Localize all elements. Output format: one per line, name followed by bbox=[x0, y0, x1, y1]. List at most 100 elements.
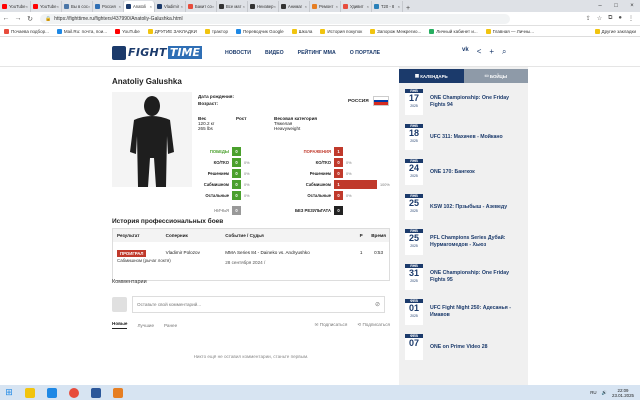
nav-news[interactable]: НОВОСТИ bbox=[225, 50, 251, 56]
browser-tab[interactable]: Анимаг × bbox=[279, 1, 310, 12]
calendar-event[interactable]: ЯНВ 24 2025 ONE 170: Бангкок bbox=[399, 156, 528, 188]
close-icon[interactable]: × bbox=[57, 4, 59, 9]
tab-new[interactable]: Новые bbox=[112, 321, 128, 329]
media-player-icon[interactable] bbox=[42, 386, 62, 399]
bookmark-item[interactable]: Mail.Ru: почта, пои... bbox=[53, 28, 111, 34]
maximize-icon[interactable]: □ bbox=[608, 3, 624, 9]
stat-value: 0 bbox=[334, 191, 343, 200]
share-icon[interactable]: ⇪ bbox=[586, 15, 591, 22]
close-icon[interactable]: × bbox=[181, 4, 183, 9]
site-logo[interactable]: FIGHT TIME bbox=[112, 45, 202, 60]
browser-tab[interactable]: Неизвер × bbox=[248, 1, 279, 12]
close-icon[interactable]: × bbox=[26, 4, 28, 9]
menu-icon[interactable]: ⋮ bbox=[628, 15, 634, 22]
browser-tab[interactable]: T20 - 8 × bbox=[372, 1, 403, 12]
close-icon[interactable]: × bbox=[150, 4, 152, 9]
bookmark-item[interactable]: ДРУГИЕ ЗАКЛАДКИ bbox=[144, 28, 201, 34]
bookmark-item[interactable]: Запорож Межрегио... bbox=[366, 28, 425, 34]
explorer-icon[interactable] bbox=[20, 386, 40, 399]
browser-tab[interactable]: Россия × bbox=[93, 1, 124, 12]
new-tab-button[interactable]: + bbox=[403, 5, 413, 12]
nav-video[interactable]: ВИДЕО bbox=[265, 50, 284, 56]
event-title[interactable]: ONE Championship: One Friday Fights 95 bbox=[430, 270, 524, 284]
browser-tab[interactable]: Удивит × bbox=[341, 1, 372, 12]
nav-about[interactable]: О ПОРТАЛЕ bbox=[350, 50, 380, 56]
address-bar[interactable]: 🔒 https://fighttime.ru/fighters/437990/A… bbox=[40, 13, 510, 24]
browser-tab[interactable]: Вы в сос × bbox=[62, 1, 93, 12]
event-title[interactable]: UFC 311: Махачев - Мойкано bbox=[430, 134, 524, 141]
calendar-event[interactable]: ФЕВ 07 ONE on Prime Video 28 bbox=[399, 331, 528, 363]
opponent-link[interactable]: Vladimir Polozov bbox=[163, 250, 223, 255]
word-icon[interactable] bbox=[86, 386, 106, 399]
windows-start-icon[interactable]: ⊞ bbox=[0, 385, 18, 400]
comment-input[interactable]: Оставьте свой комментарий... ⊘ bbox=[132, 295, 385, 313]
clock[interactable]: 22:09 23.01.2025 bbox=[612, 388, 634, 398]
bookmark-item[interactable]: Школа bbox=[288, 28, 317, 34]
bookmark-item[interactable]: Переводчик Google bbox=[232, 28, 288, 34]
event-title[interactable]: PFL Champions Series Дубай: Нурмагомедов… bbox=[430, 235, 524, 249]
browser-tab[interactable]: Все мат × bbox=[217, 1, 248, 12]
calendar-event[interactable]: ЯНВ 25 2025 KSW 102: Прзыбыш - Азеведу bbox=[399, 191, 528, 223]
bookmark-item[interactable]: трактор bbox=[201, 28, 232, 34]
chrome-icon[interactable] bbox=[64, 386, 84, 399]
close-icon[interactable]: × bbox=[274, 4, 276, 9]
tab-best[interactable]: Лучшие bbox=[137, 323, 154, 328]
browser-tab[interactable]: Vladimir × bbox=[155, 1, 186, 12]
extensions-icon[interactable]: ⧉ bbox=[608, 15, 612, 22]
tray-lang[interactable]: RU bbox=[590, 390, 596, 395]
close-icon[interactable]: × bbox=[88, 4, 90, 9]
tab-earlier[interactable]: Ранее bbox=[164, 323, 177, 328]
calendar-event[interactable]: ЯНВ 25 2025 PFL Champions Series Дубай: Нур… bbox=[399, 226, 528, 258]
minimize-icon[interactable]: – bbox=[592, 3, 608, 9]
close-window-icon[interactable]: × bbox=[624, 3, 640, 9]
browser-tab[interactable]: Ремонт × bbox=[310, 1, 341, 12]
close-icon[interactable]: × bbox=[367, 4, 369, 9]
add-icon[interactable]: + bbox=[489, 47, 494, 57]
share-icon[interactable]: < bbox=[477, 47, 482, 57]
bookmark-item[interactable]: Главная — Личны... bbox=[482, 28, 538, 34]
reload-icon[interactable]: ↻ bbox=[24, 15, 36, 23]
event-title[interactable]: UFC Fight Night 250: Адесанья - Имавов bbox=[430, 305, 524, 319]
attach-icon[interactable]: ⊘ bbox=[375, 301, 380, 308]
bookmark-item[interactable]: Почаева подбор... bbox=[0, 28, 53, 34]
close-icon[interactable]: × bbox=[398, 4, 400, 9]
calendar-event[interactable]: ЯНВ 31 2025 ONE Championship: One Friday Fi… bbox=[399, 261, 528, 293]
paint-icon[interactable] bbox=[108, 386, 128, 399]
close-icon[interactable]: × bbox=[305, 4, 307, 9]
tab-calendar[interactable]: ▦ КАЛЕНДАРЬ bbox=[399, 69, 464, 83]
browser-tab[interactable]: Бакит со × bbox=[186, 1, 217, 12]
event-title[interactable]: ONE Championship: One Friday Fights 94 bbox=[430, 95, 524, 109]
search-icon[interactable]: ⌕ bbox=[502, 47, 506, 57]
star-icon[interactable]: ☆ bbox=[597, 15, 602, 22]
forward-icon[interactable]: → bbox=[12, 15, 24, 22]
close-icon[interactable]: × bbox=[243, 4, 245, 9]
calendar-event[interactable]: ФЕВ 01 2025 UFC Fight Night 250: Адесанья -… bbox=[399, 296, 528, 328]
nav-mma-rating[interactable]: РЕЙТИНГ ММА bbox=[298, 50, 336, 56]
profile-icon[interactable]: ● bbox=[618, 15, 622, 22]
calendar-event[interactable]: ЯНВ 18 2025 UFC 311: Махачев - Мойкано bbox=[399, 121, 528, 153]
other-bookmarks[interactable]: Другие закладки bbox=[591, 28, 640, 34]
close-icon[interactable]: × bbox=[336, 4, 338, 9]
tab-fighters[interactable]: ▭ БОЙЦЫ bbox=[463, 69, 528, 83]
event-link[interactable]: MMA Series 84 - Daineko vs. Andryushko bbox=[225, 250, 354, 255]
bookmark-label: Личный кабинет и... bbox=[436, 28, 478, 34]
browser-tab[interactable]: YouTube × bbox=[31, 1, 62, 12]
bookmark-icon bbox=[204, 28, 210, 34]
subscribe-link[interactable]: ✉ Подписаться bbox=[315, 322, 348, 328]
browser-tab[interactable]: YouTube × bbox=[0, 1, 31, 12]
close-icon[interactable]: × bbox=[119, 4, 121, 9]
browser-tab[interactable]: Anatoli × bbox=[124, 1, 155, 12]
event-title[interactable]: KSW 102: Прзыбыш - Азеведу bbox=[430, 204, 524, 211]
bookmark-item[interactable]: YouTube bbox=[111, 28, 144, 34]
back-icon[interactable]: ← bbox=[0, 15, 12, 22]
close-icon[interactable]: × bbox=[212, 4, 214, 9]
browser-tab-label: Бакит со bbox=[195, 4, 212, 9]
bookmark-item[interactable]: История покупок bbox=[316, 28, 366, 34]
subscribe-link-2[interactable]: ⟲ Подписаться bbox=[357, 322, 390, 328]
speaker-icon[interactable]: 🔊 bbox=[602, 390, 607, 396]
bookmark-item[interactable]: Личный кабинет и... bbox=[425, 28, 481, 34]
vk-icon[interactable]: vk bbox=[462, 47, 469, 57]
event-title[interactable]: ONE on Prime Video 28 bbox=[430, 344, 524, 351]
calendar-event[interactable]: ЯНВ 17 2025 ONE Championship: One Friday Fi… bbox=[399, 86, 528, 118]
event-title[interactable]: ONE 170: Бангкок bbox=[430, 169, 524, 176]
